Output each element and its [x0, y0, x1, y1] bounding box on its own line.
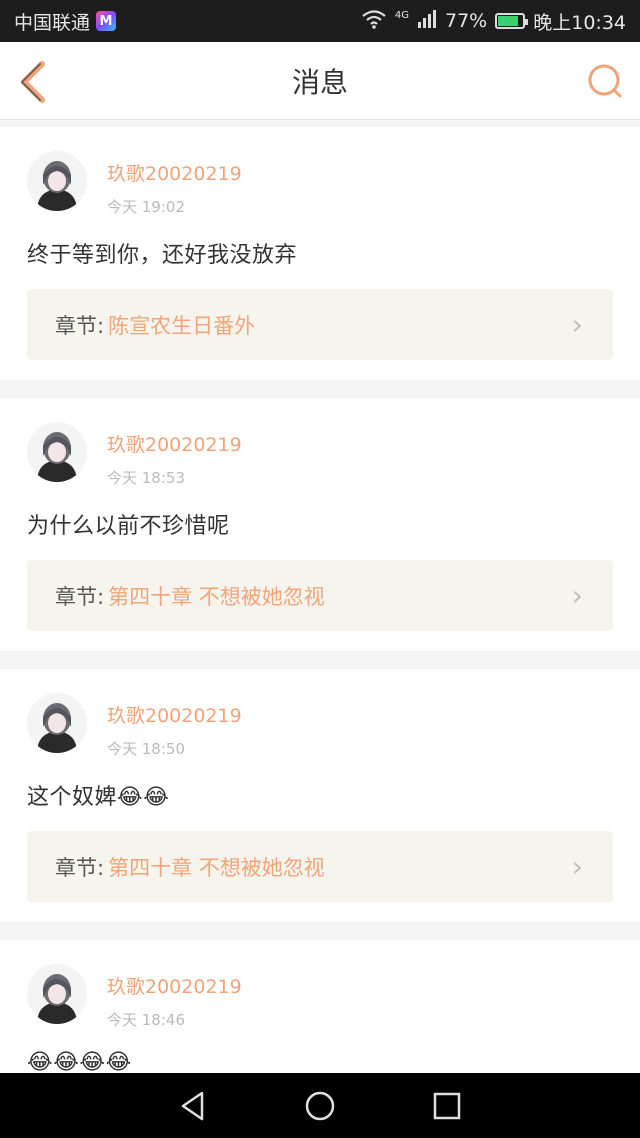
battery-icon — [495, 13, 529, 29]
navigation-bar — [0, 1073, 640, 1138]
avatar[interactable] — [27, 693, 87, 753]
nav-recents-button[interactable] — [425, 1084, 469, 1128]
username[interactable]: 玖歌20020219 — [107, 701, 242, 728]
chapter-link[interactable]: 章节: 第四十章 不想被她忽视 › — [27, 560, 613, 631]
chevron-right-icon: › — [571, 850, 583, 883]
user-row: 玖歌20020219 今天 18:46 — [27, 964, 613, 1030]
timestamp: 今天 18:46 — [107, 1011, 185, 1029]
header: 消息 — [0, 42, 640, 120]
user-row: 玖歌20020219 今天 19:02 — [27, 151, 613, 217]
search-button[interactable] — [586, 62, 624, 100]
avatar[interactable] — [27, 964, 87, 1024]
message-card: 玖歌20020219 今天 19:02 终于等到你，还好我没放弃 章节: 陈宣农… — [0, 127, 640, 380]
user-info: 玖歌20020219 今天 18:50 — [107, 693, 242, 759]
user-info: 玖歌20020219 今天 19:02 — [107, 151, 242, 217]
clock: 晚上10:34 — [533, 11, 626, 34]
signal-icon — [417, 9, 437, 33]
battery-percent: 77% — [445, 10, 488, 32]
square-recents-icon — [433, 1092, 460, 1119]
message-card: 玖歌20020219 今天 18:46 😂😂😂😂 — [0, 940, 640, 1095]
username[interactable]: 玖歌20020219 — [107, 430, 242, 457]
app-badge-icon: M — [96, 11, 117, 31]
avatar[interactable] — [27, 422, 87, 482]
chapter-label: 章节: — [55, 584, 105, 609]
timestamp: 今天 19:02 — [107, 198, 185, 216]
avatar-image — [27, 151, 87, 211]
user-row: 玖歌20020219 今天 18:53 — [27, 422, 613, 488]
message-text: 这个奴婢😂😂 — [27, 785, 170, 810]
page-title: 消息 — [291, 65, 348, 99]
status-right: 4G 77% 晚上10:34 — [361, 8, 626, 35]
chapter-link[interactable]: 章节: 第四十章 不想被她忽视 › — [27, 831, 613, 902]
chapter-link[interactable]: 章节: 陈宣农生日番外 › — [27, 289, 613, 360]
avatar[interactable] — [27, 151, 87, 211]
chapter-label: 章节: — [55, 313, 105, 338]
status-bar: 中国联通 M 4G 77% 晚上10:34 — [0, 0, 640, 42]
user-info: 玖歌20020219 今天 18:46 — [107, 964, 242, 1030]
chapter-title: 第四十章 不想被她忽视 — [108, 584, 325, 609]
carrier-name: 中国联通 — [14, 11, 91, 34]
chevron-right-icon: › — [571, 579, 583, 612]
avatar-image — [27, 964, 87, 1024]
search-icon — [588, 64, 622, 98]
back-arrow-icon — [21, 61, 45, 103]
message-text: 为什么以前不珍惜呢 — [27, 514, 230, 539]
username[interactable]: 玖歌20020219 — [107, 972, 242, 999]
carrier-group: 中国联通 M — [14, 8, 117, 35]
avatar-image — [27, 422, 87, 482]
message-card: 玖歌20020219 今天 18:53 为什么以前不珍惜呢 章节: 第四十章 不… — [0, 398, 640, 651]
back-button[interactable] — [16, 60, 52, 104]
user-info: 玖歌20020219 今天 18:53 — [107, 422, 242, 488]
chapter-label: 章节: — [55, 855, 105, 880]
chevron-right-icon: › — [571, 308, 583, 341]
wifi-icon — [361, 9, 387, 34]
chapter-title: 陈宣农生日番外 — [108, 313, 256, 338]
circle-home-icon — [305, 1091, 335, 1120]
message-text: 终于等到你，还好我没放弃 — [27, 243, 298, 268]
nav-back-button[interactable] — [171, 1084, 215, 1128]
nav-home-button[interactable] — [298, 1084, 342, 1128]
message-card: 玖歌20020219 今天 18:50 这个奴婢😂😂 章节: 第四十章 不想被她… — [0, 669, 640, 922]
timestamp: 今天 18:53 — [107, 469, 185, 487]
username[interactable]: 玖歌20020219 — [107, 159, 242, 186]
user-row: 玖歌20020219 今天 18:50 — [27, 693, 613, 759]
message-text: 😂😂😂😂 — [27, 1050, 132, 1075]
triangle-back-icon — [182, 1091, 204, 1120]
timestamp: 今天 18:50 — [107, 740, 185, 758]
chapter-title: 第四十章 不想被她忽视 — [108, 855, 325, 880]
network-type: 4G — [394, 9, 409, 21]
avatar-image — [27, 693, 87, 753]
message-list: 玖歌20020219 今天 19:02 终于等到你，还好我没放弃 章节: 陈宣农… — [0, 127, 640, 1113]
